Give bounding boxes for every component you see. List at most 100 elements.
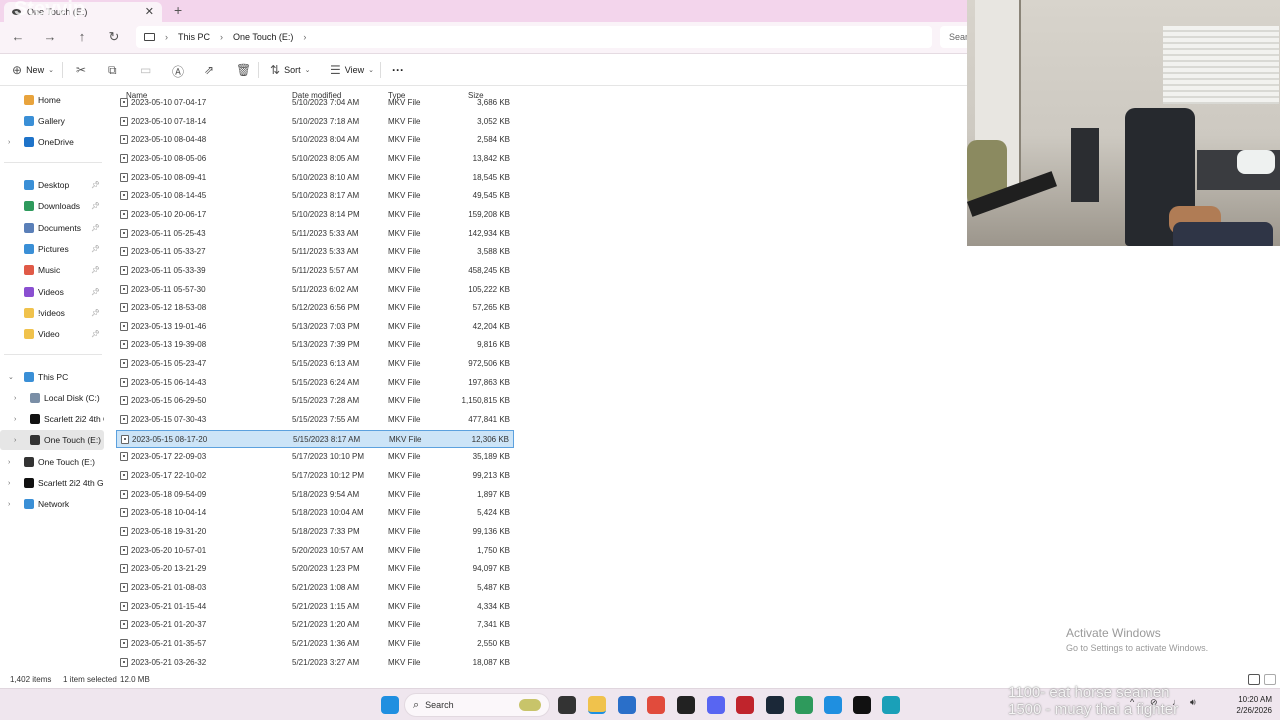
refresh-icon[interactable]: ↻ — [106, 29, 122, 45]
file-row[interactable]: 2023-05-21 03-26-32 5/21/2023 3:27 AM MKV … — [116, 654, 514, 672]
chrome-icon[interactable] — [647, 696, 665, 714]
file-row[interactable]: 2023-05-10 08-09-41 5/10/2023 8:10 AM MKV … — [116, 169, 514, 187]
file-row[interactable]: 2023-05-21 01-35-57 5/21/2023 1:36 AM MKV … — [116, 635, 514, 653]
sidebar-item-one-touch-e[interactable]: › One Touch (E:) — [0, 452, 104, 472]
sidebar-item-onedrive[interactable]: › OneDrive — [0, 132, 104, 152]
windows-start-icon[interactable] — [381, 696, 399, 714]
paste-button[interactable]: ▭ — [140, 63, 151, 77]
sidebar-item-video[interactable]: Video 📌︎ — [0, 324, 104, 344]
file-row[interactable]: 2023-05-17 22-09-03 5/17/2023 10:10 PM MKV… — [116, 448, 514, 466]
chrome-dev-icon[interactable] — [795, 696, 813, 714]
file-row[interactable]: 2023-05-10 08-04-48 5/10/2023 8:04 AM MKV … — [116, 131, 514, 149]
sidebar-item-home[interactable]: Home — [0, 90, 104, 110]
new-button[interactable]: ⊕ New ⌄ — [12, 63, 54, 77]
file-row[interactable]: 2023-05-12 18-53-08 5/12/2023 6:56 PM MKV … — [116, 299, 514, 317]
acrobat-icon[interactable] — [736, 696, 754, 714]
chevron-right-icon[interactable]: › — [8, 139, 10, 146]
forward-icon[interactable]: → — [42, 29, 58, 44]
edge-icon[interactable] — [882, 696, 900, 714]
chevron-right-icon[interactable]: › — [8, 501, 10, 508]
file-size: 35,189 KB — [472, 452, 510, 462]
breadcrumb-one-touch[interactable]: One Touch (E:) — [233, 32, 293, 42]
stream-logo: Stevvip — [14, 0, 86, 20]
chrome-beta-icon[interactable] — [824, 696, 842, 714]
file-row[interactable]: 2023-05-13 19-01-46 5/13/2023 7:03 PM MKV … — [116, 318, 514, 336]
sidebar-item-documents[interactable]: Documents 📌︎ — [0, 218, 104, 238]
sidebar-item-scarlett-2i2-4th-g[interactable]: › Scarlett 2i2 4th G — [0, 409, 104, 429]
obs-icon[interactable] — [677, 696, 695, 714]
sort-button[interactable]: ⇅ Sort ⌄ — [270, 63, 310, 77]
file-row[interactable]: 2023-05-18 09-54-09 5/18/2023 9:54 AM MKV … — [116, 486, 514, 504]
file-row[interactable]: 2023-05-11 05-25-43 5/11/2023 5:33 AM MKV … — [116, 225, 514, 243]
file-row[interactable]: 2023-05-20 10-57-01 5/20/2023 10:57 AM MKV… — [116, 542, 514, 560]
close-tab-icon[interactable]: ✕ — [145, 5, 154, 18]
sidebar-item-local-disk-c[interactable]: › Local Disk (C:) — [0, 388, 104, 408]
back-icon[interactable]: ← — [10, 29, 26, 44]
store-icon[interactable] — [618, 696, 636, 714]
sidebar-item-desktop[interactable]: Desktop 📌︎ — [0, 175, 104, 195]
file-row[interactable]: 2023-05-15 06-29-50 5/15/2023 7:28 AM MKV … — [116, 392, 514, 410]
sidebar-item-one-touch-e[interactable]: › One Touch (E:) — [0, 430, 104, 450]
sidebar-item-downloads[interactable]: Downloads 📌︎ — [0, 196, 104, 216]
tiles-view-icon[interactable] — [1264, 674, 1276, 685]
file-row[interactable]: 2023-05-11 05-57-30 5/11/2023 6:02 AM MKV … — [116, 281, 514, 299]
file-row[interactable]: 2023-05-20 13-21-29 5/20/2023 1:23 PM MKV … — [116, 560, 514, 578]
file-row[interactable]: 2023-05-17 22-10-02 5/17/2023 10:12 PM MKV… — [116, 467, 514, 485]
chevron-right-icon[interactable]: › — [8, 480, 10, 487]
details-view-icon[interactable] — [1248, 674, 1260, 685]
steam-icon[interactable] — [766, 696, 784, 714]
delete-button[interactable]: 🗑 — [236, 63, 251, 77]
file-row[interactable]: 2023-05-15 06-14-43 5/15/2023 6:24 AM MKV … — [116, 374, 514, 392]
chevron-right-icon[interactable]: › — [14, 395, 16, 402]
sidebar-item-videos[interactable]: Videos 📌︎ — [0, 282, 104, 302]
video-file-icon — [120, 340, 128, 350]
clock[interactable]: 10:20 AM 2/26/2026 — [1224, 694, 1272, 716]
file-row[interactable]: 2023-05-18 19-31-20 5/18/2023 7:33 PM MKV … — [116, 523, 514, 541]
file-row[interactable]: 2023-05-10 08-14-45 5/10/2023 8:17 AM MKV … — [116, 187, 514, 205]
file-row[interactable]: 2023-05-11 05-33-39 5/11/2023 5:57 AM MKV … — [116, 262, 514, 280]
file-row[interactable]: 2023-05-21 01-20-37 5/21/2023 1:20 AM MKV … — [116, 616, 514, 634]
capcut-icon[interactable] — [853, 696, 871, 714]
chevron-right-icon[interactable]: › — [14, 416, 16, 423]
cut-button[interactable]: ✂ — [76, 63, 86, 77]
discord-icon[interactable] — [707, 696, 725, 714]
up-icon[interactable]: ↑ — [74, 29, 90, 44]
chevron-right-icon[interactable]: › — [8, 459, 10, 466]
view-button[interactable]: ☰ View ⌄ — [330, 63, 374, 77]
file-row[interactable]: 2023-05-15 07-30-43 5/15/2023 7:55 AM MKV … — [116, 411, 514, 429]
copy-button[interactable]: ⧉ — [108, 63, 117, 78]
chevron-right-icon[interactable]: › — [14, 437, 16, 444]
file-row[interactable]: 2023-05-11 05-33-27 5/11/2023 5:33 AM MKV … — [116, 243, 514, 261]
breadcrumb[interactable]: › This PC › One Touch (E:) › — [136, 26, 932, 48]
file-row[interactable]: 2023-05-10 08-05-06 5/10/2023 8:05 AM MKV … — [116, 150, 514, 168]
sidebar-item-pictures[interactable]: Pictures 📌︎ — [0, 239, 104, 259]
sidebar-item-gallery[interactable]: Gallery — [0, 111, 104, 131]
sidebar-item-network[interactable]: › Network — [0, 494, 104, 514]
file-row[interactable]: 2023-05-21 01-15-44 5/21/2023 1:15 AM MKV … — [116, 598, 514, 616]
more-options-button[interactable]: ··· — [392, 63, 404, 77]
sidebar-item-scarlett-2i2-4th-g-d[interactable]: › Scarlett 2i2 4th G (D — [0, 473, 104, 493]
chevron-down-icon[interactable]: ⌄ — [8, 373, 14, 381]
file-explorer-icon[interactable] — [588, 696, 606, 714]
sidebar-item-videos[interactable]: !videos 📌︎ — [0, 303, 104, 323]
task-view-icon[interactable] — [558, 696, 576, 714]
file-row[interactable]: 2023-05-18 10-04-14 5/18/2023 10:04 AM MKV… — [116, 504, 514, 522]
share-button[interactable]: ⇗ — [204, 63, 214, 77]
file-row[interactable]: 2023-05-21 01-08-03 5/21/2023 1:08 AM MKV … — [116, 579, 514, 597]
file-row[interactable]: 2023-05-10 07-04-17 5/10/2023 7:04 AM MKV … — [116, 94, 514, 112]
file-row[interactable]: 2023-05-15 05-23-47 5/15/2023 6:13 AM MKV … — [116, 355, 514, 373]
taskbar-search[interactable]: ⌕ Search — [404, 693, 550, 717]
file-type: MKV File — [388, 98, 421, 107]
sidebar-item-this-pc[interactable]: ⌄ This PC — [0, 367, 104, 387]
new-tab-button[interactable]: + — [174, 2, 182, 18]
sidebar-item-music[interactable]: Music 📌︎ — [0, 260, 104, 280]
speaker-icon[interactable]: 🔊︎ — [1190, 697, 1196, 708]
download-icon — [24, 201, 34, 212]
file-row[interactable]: 2023-05-10 07-18-14 5/10/2023 7:18 AM MKV … — [116, 113, 514, 131]
rename-button[interactable]: Ⓐ — [172, 63, 184, 80]
file-name: 2023-05-21 01-35-57 — [131, 638, 207, 648]
breadcrumb-this-pc[interactable]: This PC — [178, 32, 210, 42]
file-row[interactable]: 2023-05-10 20-06-17 5/10/2023 8:14 PM MKV … — [116, 206, 514, 224]
file-row[interactable]: 2023-05-13 19-39-08 5/13/2023 7:39 PM MKV … — [116, 336, 514, 354]
file-row[interactable]: 2023-05-15 08-17-20 5/15/2023 8:17 AM MKV … — [116, 429, 514, 448]
